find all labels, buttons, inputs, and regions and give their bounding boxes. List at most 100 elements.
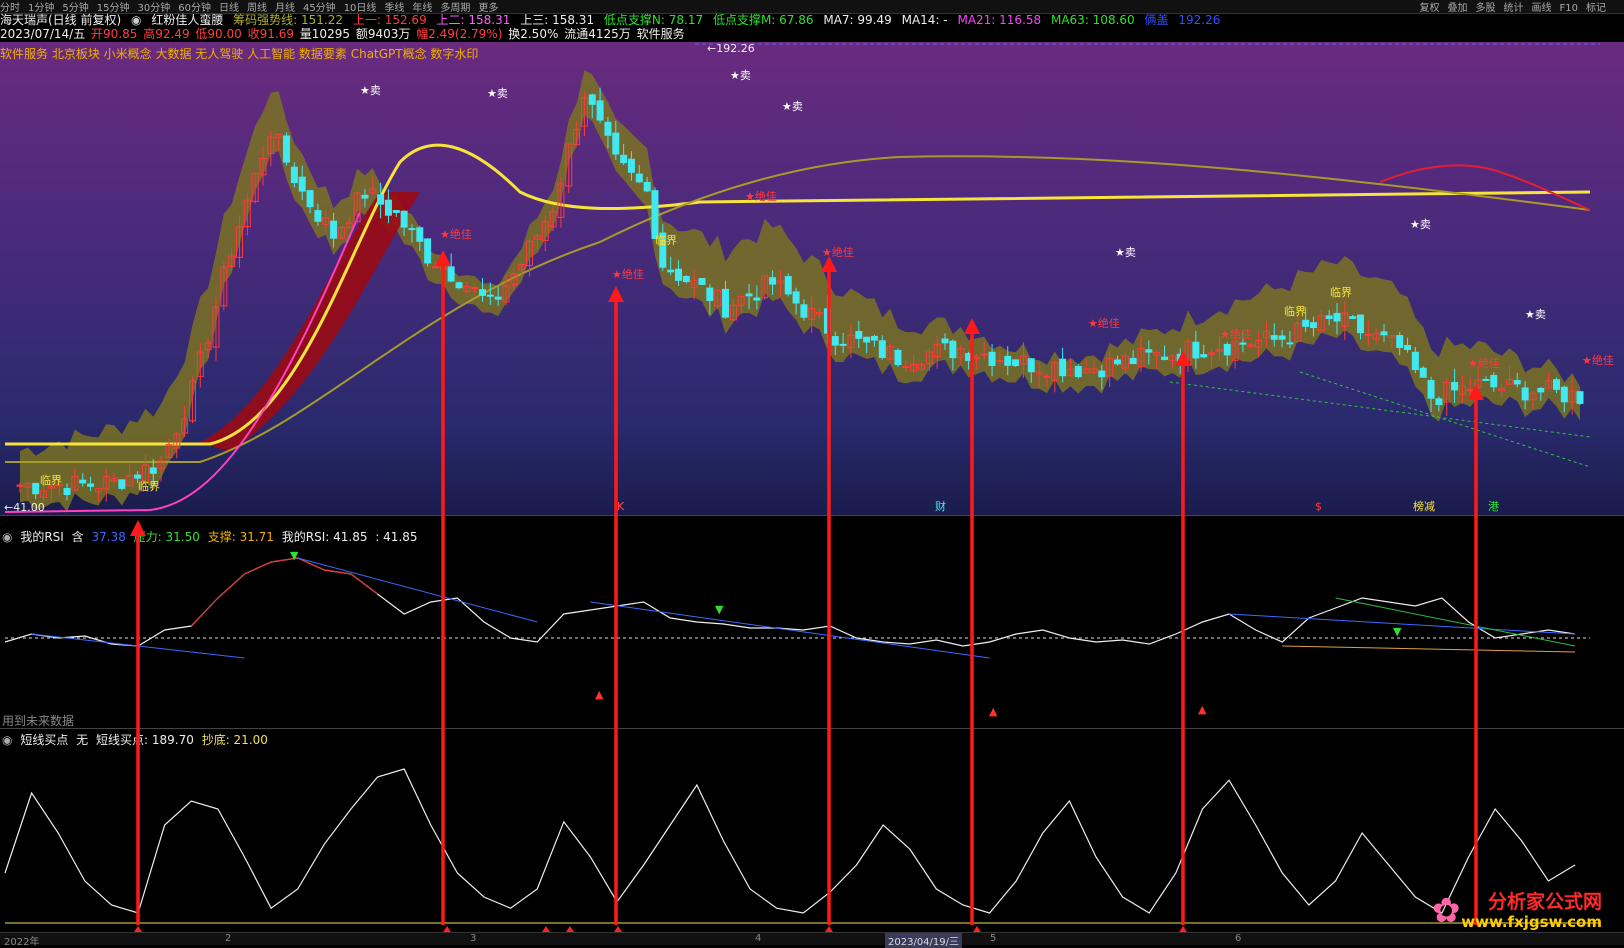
rsi-trendline-2 [590, 601, 990, 659]
panel-divider-1 [0, 515, 1624, 516]
candle-body [1349, 316, 1357, 319]
short-line-chart[interactable] [0, 743, 1624, 933]
candle-body [1427, 380, 1435, 399]
candle-body [1098, 370, 1106, 378]
candle-body [1419, 367, 1427, 378]
candle-body [63, 487, 71, 496]
candle-body [855, 330, 863, 339]
candle-body [408, 228, 416, 231]
candle-body [1325, 315, 1333, 320]
sell-marker: ★卖 [360, 84, 381, 97]
candle-body [753, 297, 761, 301]
stock-info-line-2: 2023/07/14/五 开90.85 高92.49 低90.00 收91.69… [0, 25, 691, 42]
rsi-signal-arrow: ▲ [989, 705, 998, 718]
candle-body [1537, 387, 1545, 393]
candle-body [290, 166, 298, 184]
candle-body [667, 269, 675, 273]
rsi-signal-arrow: ▼ [1393, 625, 1402, 638]
volume: 量10295 [299, 27, 350, 41]
rsi-v1: 37.38 [91, 530, 126, 544]
candle-body [1552, 379, 1560, 390]
toolbar-right-1[interactable]: 叠加 [1448, 3, 1468, 13]
candle-body [800, 304, 808, 318]
sell-marker: ★卖 [487, 87, 508, 100]
candle-body [1192, 341, 1200, 359]
candle-body [612, 132, 620, 155]
candle-body [698, 278, 706, 285]
candle-body [134, 474, 142, 479]
candle-body [988, 351, 996, 367]
ma63-value: MA63: 108.60 [1050, 13, 1135, 27]
candle-body [1239, 342, 1247, 345]
sell-marker: ★卖 [1525, 308, 1546, 321]
bottom-tag: 榜减 [1413, 499, 1435, 513]
candle-body [604, 121, 612, 136]
candle-body [643, 181, 651, 192]
critical-marker: 临界 [655, 233, 677, 247]
candle-body [455, 282, 463, 289]
toolbar-right-6[interactable]: 标记 [1586, 3, 1606, 13]
sell-marker: ★卖 [782, 100, 803, 113]
candle-body [384, 199, 392, 216]
rsi-value: : 41.85 [375, 530, 418, 544]
sell-marker: ★卖 [1410, 218, 1431, 231]
ma14-value: MA14: - [901, 13, 948, 27]
toolbar-right-5[interactable]: F10 [1560, 3, 1578, 13]
candle-body [1043, 375, 1051, 378]
candle-body [1278, 335, 1286, 340]
candle-body [722, 288, 730, 318]
toolbar-right-0[interactable]: 复权 [1420, 3, 1440, 13]
candle-body [596, 100, 604, 121]
low-price-label: ←41.00 [4, 501, 45, 514]
ma7-value: MA7: 99.49 [823, 13, 892, 27]
candle-body [1223, 344, 1231, 356]
candle-body [1074, 366, 1082, 378]
rsi-chart[interactable]: ▼ ▼ ▼ ▲ ▲ ▲ [0, 543, 1624, 728]
best-marker: ★绝佳 [612, 267, 644, 281]
candle-body [1286, 342, 1294, 345]
candle-body [1004, 355, 1012, 366]
low-price: 低90.00 [195, 27, 242, 41]
candle-body [471, 287, 479, 290]
rsi-signal-arrow: ▼ [715, 603, 724, 616]
candle-body [996, 360, 1004, 363]
candle-body [706, 287, 714, 301]
candle-body [769, 277, 777, 285]
candle-body [1270, 335, 1278, 340]
candlestick-chart[interactable]: ←192.26 ←41.00 ★卖 ★卖 ★卖 ★卖 ★卖 ★卖 ★卖 ★绝佳 ★绝佳 ★绝佳 ★绝佳 ★… [0, 42, 1624, 515]
candle-body [1059, 358, 1067, 377]
candle-body [400, 210, 408, 228]
rsi-name[interactable]: 我的RSI [20, 530, 64, 544]
candle-body [1490, 374, 1498, 388]
best-marker: ★绝佳 [440, 227, 472, 241]
candle-body [361, 194, 369, 199]
candle-body [330, 220, 338, 239]
time-axis-label: 6 [1235, 933, 1242, 944]
candle-body [620, 154, 628, 164]
best-marker: ★绝佳 [745, 189, 777, 203]
sell-marker: ★卖 [730, 69, 751, 82]
candle-body [863, 336, 871, 343]
candle-body [831, 336, 839, 346]
candle-body [16, 484, 24, 487]
candle-body [314, 210, 322, 222]
sector-name: 软件服务 [636, 27, 685, 41]
rsi-opt: 含 [71, 530, 84, 544]
candle-body [283, 135, 291, 163]
low-support-m: 低点支撑M: 67.86 [712, 13, 814, 27]
toolbar-right-4[interactable]: 画线 [1532, 3, 1552, 13]
candle-body [1200, 354, 1208, 358]
candle-body [1012, 359, 1020, 367]
ma21-value: MA21: 116.58 [957, 13, 1042, 27]
bar-date: 2023/07/14/五 [0, 27, 86, 41]
rsi-red-segment [190, 557, 378, 627]
candle-body [424, 238, 432, 264]
candle-body [588, 94, 596, 105]
candle-body [1560, 386, 1568, 403]
candle-body [839, 343, 847, 346]
rsi-toggle-icon[interactable]: ◉ [2, 530, 12, 544]
candle-body [416, 227, 424, 242]
candle-body [1113, 359, 1121, 365]
toolbar-right-2[interactable]: 多股 [1476, 3, 1496, 13]
toolbar-right-3[interactable]: 统计 [1504, 3, 1524, 13]
